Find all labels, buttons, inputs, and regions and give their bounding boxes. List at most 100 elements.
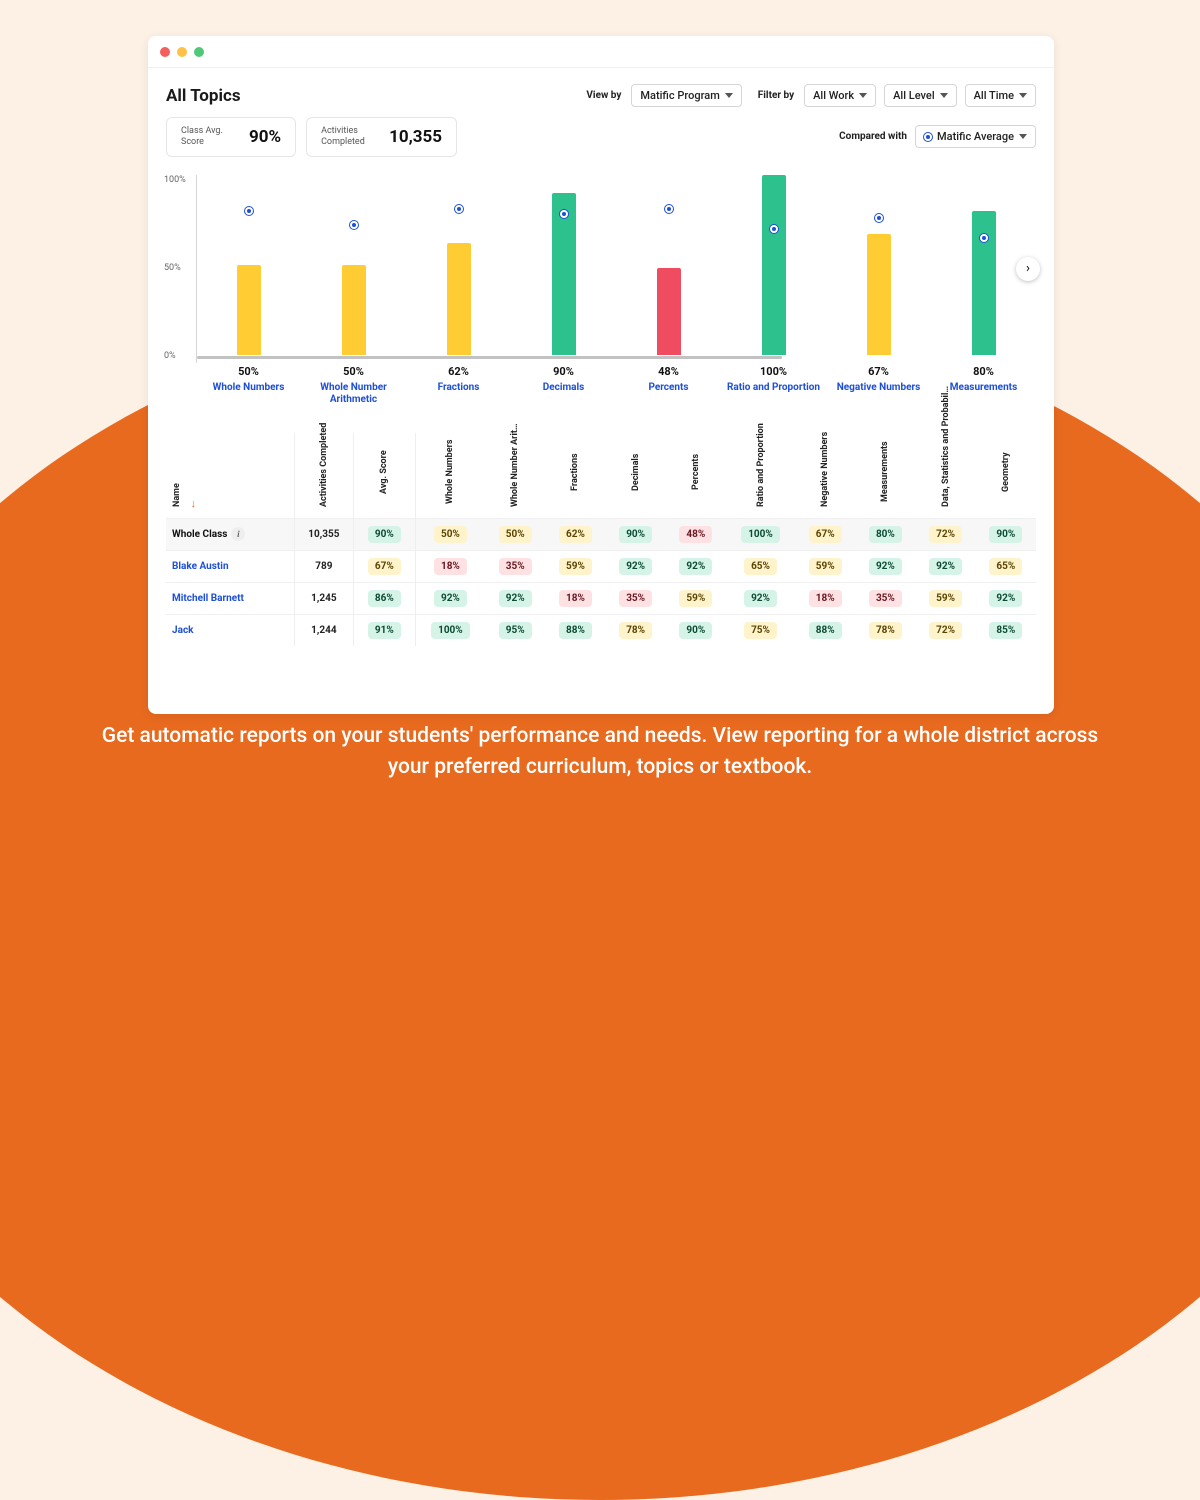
- column-header[interactable]: Percents: [666, 433, 726, 519]
- cell-topic-score: 65%: [726, 550, 795, 582]
- cell-topic-score: 75%: [726, 614, 795, 646]
- bar-value: 90%: [511, 365, 616, 378]
- cell-topic-score: 50%: [415, 518, 485, 550]
- bar-value: 50%: [196, 365, 301, 378]
- chart-bar[interactable]: [826, 175, 931, 355]
- cell-topic-score: 67%: [795, 518, 855, 550]
- cell-topic-score: 59%: [915, 582, 975, 614]
- cell-topic-score: 35%: [485, 550, 545, 582]
- column-header[interactable]: Ratio and Proportion: [726, 433, 795, 519]
- bar-category-link[interactable]: Whole Numbers: [196, 382, 301, 394]
- cell-topic-score: 100%: [726, 518, 795, 550]
- cell-activities: 789: [294, 550, 353, 582]
- row-name-link[interactable]: Mitchell Barnett: [166, 582, 294, 614]
- column-header[interactable]: Data, Statistics and Probabil…: [915, 433, 975, 519]
- bar-value: 62%: [406, 365, 511, 378]
- chart-bar[interactable]: [617, 175, 722, 355]
- cell-topic-score: 59%: [545, 550, 605, 582]
- row-name-whole-class: Whole Classi: [166, 518, 294, 550]
- filter-work-dropdown[interactable]: All Work: [804, 84, 876, 107]
- column-header[interactable]: Whole Number Arit…: [485, 433, 545, 519]
- cell-topic-score: 85%: [976, 614, 1036, 646]
- compare-dropdown[interactable]: Matific Average: [915, 125, 1036, 148]
- cell-topic-score: 72%: [915, 518, 975, 550]
- cell-avg-score: 86%: [353, 582, 415, 614]
- cell-activities: 1,245: [294, 582, 353, 614]
- chart-bar[interactable]: [197, 175, 302, 355]
- benchmark-marker: [245, 207, 253, 215]
- maximize-icon[interactable]: [194, 47, 204, 57]
- compare-label: Compared with: [839, 131, 907, 142]
- y-axis-0: 0%: [164, 351, 176, 361]
- cell-topic-score: 78%: [855, 614, 915, 646]
- y-axis-50: 50%: [164, 263, 181, 273]
- chart-bar[interactable]: [512, 175, 617, 355]
- view-by-dropdown[interactable]: Matific Program: [631, 84, 741, 107]
- cell-topic-score: 62%: [545, 518, 605, 550]
- minimize-icon[interactable]: [177, 47, 187, 57]
- bar-value: 48%: [616, 365, 721, 378]
- filter-level-dropdown[interactable]: All Level: [884, 84, 956, 107]
- card-avg-score-value: 90%: [249, 127, 281, 147]
- filter-time-dropdown[interactable]: All Time: [965, 84, 1036, 107]
- cell-topic-score: 92%: [415, 582, 485, 614]
- column-header[interactable]: Fractions: [545, 433, 605, 519]
- cell-topic-score: 92%: [666, 550, 726, 582]
- chart-scroll-right-button[interactable]: ›: [1016, 257, 1040, 281]
- cell-avg-score: 90%: [353, 518, 415, 550]
- cell-activities: 10,355: [294, 518, 353, 550]
- table-row: Jack1,24491%100%95%88%78%90%75%88%78%72%…: [166, 614, 1036, 646]
- chevron-right-icon: ›: [1026, 261, 1030, 276]
- students-table: Name ↓Activities CompletedAvg. ScoreWhol…: [166, 433, 1036, 646]
- column-header[interactable]: Decimals: [606, 433, 666, 519]
- legend-dot-icon: [924, 133, 932, 141]
- benchmark-marker: [875, 214, 883, 222]
- row-name-link[interactable]: Jack: [166, 614, 294, 646]
- cell-topic-score: 92%: [855, 550, 915, 582]
- info-icon[interactable]: i: [231, 527, 245, 541]
- column-header[interactable]: Geometry: [976, 433, 1036, 519]
- bar-category-link[interactable]: Negative Numbers: [826, 382, 931, 394]
- cell-topic-score: 78%: [606, 614, 666, 646]
- bar-category-link[interactable]: Whole Number Arithmetic: [301, 382, 406, 406]
- view-by-label: View by: [586, 90, 621, 101]
- chart-bar[interactable]: [721, 175, 826, 355]
- bar-category-link[interactable]: Ratio and Proportion: [721, 382, 826, 394]
- bar-value: 100%: [721, 365, 826, 378]
- table-row: Whole Classi10,35590%50%50%62%90%48%100%…: [166, 518, 1036, 550]
- cell-topic-score: 92%: [915, 550, 975, 582]
- cell-topic-score: 35%: [855, 582, 915, 614]
- cell-topic-score: 50%: [485, 518, 545, 550]
- benchmark-marker: [350, 221, 358, 229]
- cell-topic-score: 18%: [545, 582, 605, 614]
- column-header[interactable]: Negative Numbers: [795, 433, 855, 519]
- close-icon[interactable]: [160, 47, 170, 57]
- cell-topic-score: 35%: [606, 582, 666, 614]
- bar-category-link[interactable]: Decimals: [511, 382, 616, 394]
- cell-avg-score: 67%: [353, 550, 415, 582]
- bar-category-link[interactable]: Percents: [616, 382, 721, 394]
- column-header[interactable]: Avg. Score: [353, 433, 415, 519]
- column-header[interactable]: Measurements: [855, 433, 915, 519]
- cell-avg-score: 91%: [353, 614, 415, 646]
- cell-topic-score: 100%: [415, 614, 485, 646]
- column-header[interactable]: Whole Numbers: [415, 433, 485, 519]
- cell-topic-score: 88%: [545, 614, 605, 646]
- app-window: All Topics View by Matific Program Filte…: [148, 36, 1054, 714]
- summary-cards: Class Avg. Score 90% Activities Complete…: [166, 117, 457, 157]
- column-name[interactable]: Name ↓: [166, 433, 294, 519]
- chart-bar[interactable]: [302, 175, 407, 355]
- cell-topic-score: 92%: [726, 582, 795, 614]
- cell-topic-score: 90%: [606, 518, 666, 550]
- cell-topic-score: 18%: [795, 582, 855, 614]
- cell-topic-score: 92%: [485, 582, 545, 614]
- cell-topic-score: 92%: [976, 582, 1036, 614]
- header-controls: View by Matific Program Filter by All Wo…: [586, 84, 1036, 107]
- marketing-caption: Get automatic reports on your students' …: [0, 721, 1200, 782]
- column-header[interactable]: Activities Completed: [294, 433, 353, 519]
- chart-bar[interactable]: [407, 175, 512, 355]
- bar-category-link[interactable]: Fractions: [406, 382, 511, 394]
- card-activities-value: 10,355: [389, 127, 442, 147]
- cell-topic-score: 18%: [415, 550, 485, 582]
- row-name-link[interactable]: Blake Austin: [166, 550, 294, 582]
